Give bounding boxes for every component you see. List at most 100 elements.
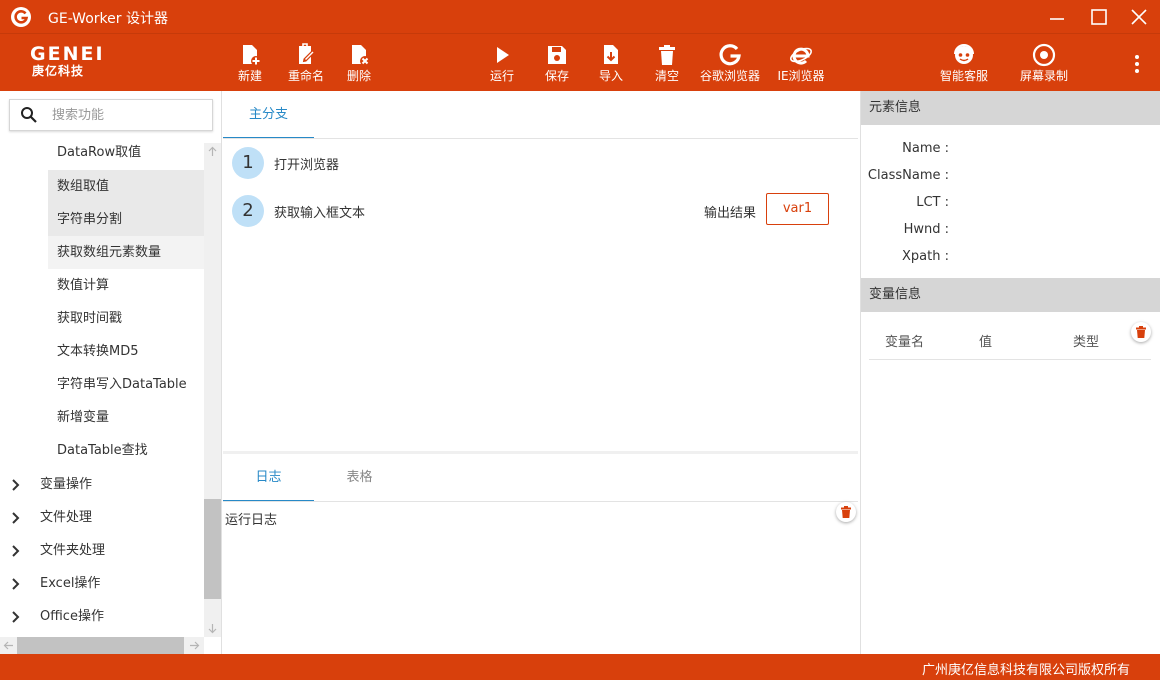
chevron-right-icon	[12, 479, 20, 491]
logo-main-text: GENEI	[30, 43, 105, 65]
column-header-value[interactable]: 值	[979, 331, 992, 350]
tree-group-label: Excel操作	[40, 576, 101, 591]
tab-table[interactable]: 表格	[314, 454, 405, 502]
new-button[interactable]: 新建	[220, 40, 280, 88]
chrome-label: 谷歌浏览器	[700, 69, 761, 83]
maximize-button[interactable]	[1088, 6, 1110, 28]
minimize-button[interactable]	[1046, 6, 1068, 28]
sidebar-horizontal-scrollbar[interactable]	[0, 637, 204, 654]
delete-button[interactable]: 删除	[329, 40, 389, 88]
clear-log-button[interactable]	[836, 502, 856, 522]
record-label: 屏幕录制	[1019, 69, 1068, 83]
scroll-down-icon[interactable]	[207, 623, 218, 634]
flow-step[interactable]: 2 获取输入框文本 输出结果 var1	[223, 189, 858, 233]
save-button[interactable]: 保存	[527, 40, 587, 88]
maximize-icon	[1091, 9, 1107, 25]
import-label: 导入	[598, 69, 623, 83]
tree-group-label: 文件处理	[40, 510, 93, 525]
output-variable-button[interactable]: var1	[766, 193, 829, 225]
window-title: GE-Worker 设计器	[48, 11, 168, 27]
import-icon	[604, 45, 618, 64]
import-button[interactable]: 导入	[581, 40, 641, 88]
tab-log[interactable]: 日志	[223, 454, 314, 502]
rename-label: 重命名	[287, 69, 324, 83]
chrome-browser-button[interactable]: 谷歌浏览器	[700, 40, 760, 88]
tab-main-branch[interactable]: 主分支	[223, 91, 314, 139]
smart-support-button[interactable]: 智能客服	[934, 40, 994, 88]
robot-support-icon	[954, 44, 974, 64]
title-bar: GE-Worker 设计器	[0, 0, 1160, 33]
ie-icon	[790, 47, 812, 65]
new-label: 新建	[237, 69, 262, 83]
trash-icon	[659, 45, 675, 65]
tree-group-office-ops[interactable]: Office操作	[0, 600, 204, 633]
prop-classname-label: ClassName :	[867, 168, 949, 183]
tree-group-variable-ops[interactable]: 变量操作	[0, 468, 204, 501]
column-divider	[869, 359, 1151, 360]
tree-item-timestamp[interactable]: 获取时间戳	[48, 302, 204, 335]
tree-group-label: 变量操作	[40, 477, 93, 492]
step-number-badge: 1	[232, 147, 264, 179]
rename-icon	[299, 43, 315, 64]
tree-group-file-ops[interactable]: 文件处理	[0, 501, 204, 534]
run-label: 运行	[489, 69, 514, 83]
sidebar-vertical-scrollbar[interactable]	[204, 143, 221, 637]
info-panel: 元素信息 Name : ClassName : LCT : Hwnd : Xpa…	[860, 91, 1160, 654]
scroll-left-icon[interactable]	[3, 640, 14, 651]
clear-button[interactable]: 清空	[637, 40, 697, 88]
tree-group-label: 文件夹处理	[40, 543, 106, 558]
tree-item-datarow-get[interactable]: DataRow取值	[48, 136, 204, 169]
tree-item-array-get[interactable]: 数组取值	[48, 170, 204, 203]
output-result-label: 输出结果	[704, 206, 757, 221]
tab-divider	[223, 501, 858, 502]
prop-xpath-label: Xpath :	[902, 249, 949, 264]
close-button[interactable]	[1128, 6, 1150, 28]
google-icon	[719, 44, 741, 66]
column-header-variable-name[interactable]: 变量名	[885, 331, 924, 350]
scroll-up-icon[interactable]	[207, 146, 218, 157]
close-icon	[1131, 9, 1147, 25]
ie-browser-button[interactable]: IE浏览器	[771, 40, 831, 88]
scroll-right-icon[interactable]	[189, 640, 200, 651]
minimize-icon	[1050, 18, 1064, 20]
run-button[interactable]: 运行	[472, 40, 532, 88]
tree-group-label: Office操作	[40, 609, 104, 624]
element-info-header: 元素信息	[861, 91, 1160, 125]
tree-item-md5[interactable]: 文本转换MD5	[48, 335, 204, 368]
function-sidebar: DataRow取值 数组取值 字符串分割 获取数组元素数量 数值计算 获取时间戳…	[0, 91, 222, 654]
search-icon	[21, 107, 37, 123]
tree-item-new-variable[interactable]: 新增变量	[48, 401, 204, 434]
delete-file-icon	[352, 45, 370, 66]
new-file-icon	[243, 45, 261, 66]
copyright-text: 广州庚亿信息科技有限公司版权所有	[921, 663, 1130, 678]
tree-group-excel-ops[interactable]: Excel操作	[0, 567, 204, 600]
column-header-type[interactable]: 类型	[1073, 331, 1099, 350]
tree-group-folder-ops[interactable]: 文件夹处理	[0, 534, 204, 567]
variable-info-header: 变量信息	[861, 278, 1160, 312]
search-input[interactable]	[52, 104, 202, 126]
tree-item-datatable-find[interactable]: DataTable查找	[48, 434, 204, 467]
scrollbar-thumb[interactable]	[204, 499, 221, 599]
flow-step[interactable]: 1 打开浏览器	[223, 141, 858, 185]
save-label: 保存	[544, 69, 569, 83]
trash-icon	[841, 506, 851, 518]
search-box	[9, 99, 213, 131]
more-menu-icon[interactable]	[1128, 52, 1146, 76]
chevron-right-icon	[12, 545, 20, 557]
tree-item-numeric-calc[interactable]: 数值计算	[48, 269, 204, 302]
status-bar: 广州庚亿信息科技有限公司版权所有	[0, 654, 1160, 680]
save-icon	[548, 46, 566, 64]
tree-item-string-split[interactable]: 字符串分割	[48, 203, 204, 236]
tree-item-string-to-datatable[interactable]: 字符串写入DataTable	[48, 368, 204, 401]
tree-item-array-count[interactable]: 获取数组元素数量	[48, 236, 204, 269]
app-logo-icon	[11, 7, 31, 27]
rename-button[interactable]: 重命名	[276, 40, 336, 88]
chevron-right-icon	[12, 611, 20, 623]
ie-label: IE浏览器	[777, 69, 825, 83]
support-label: 智能客服	[939, 69, 988, 83]
flow-panel: 主分支 1 打开浏览器 2 获取输入框文本 输出结果 var1	[223, 91, 858, 451]
clear-variables-button[interactable]	[1131, 322, 1151, 342]
logo-sub-text: 庚亿科技	[32, 64, 85, 78]
screen-record-button[interactable]: 屏幕录制	[1014, 40, 1074, 88]
scrollbar-thumb[interactable]	[17, 637, 184, 654]
